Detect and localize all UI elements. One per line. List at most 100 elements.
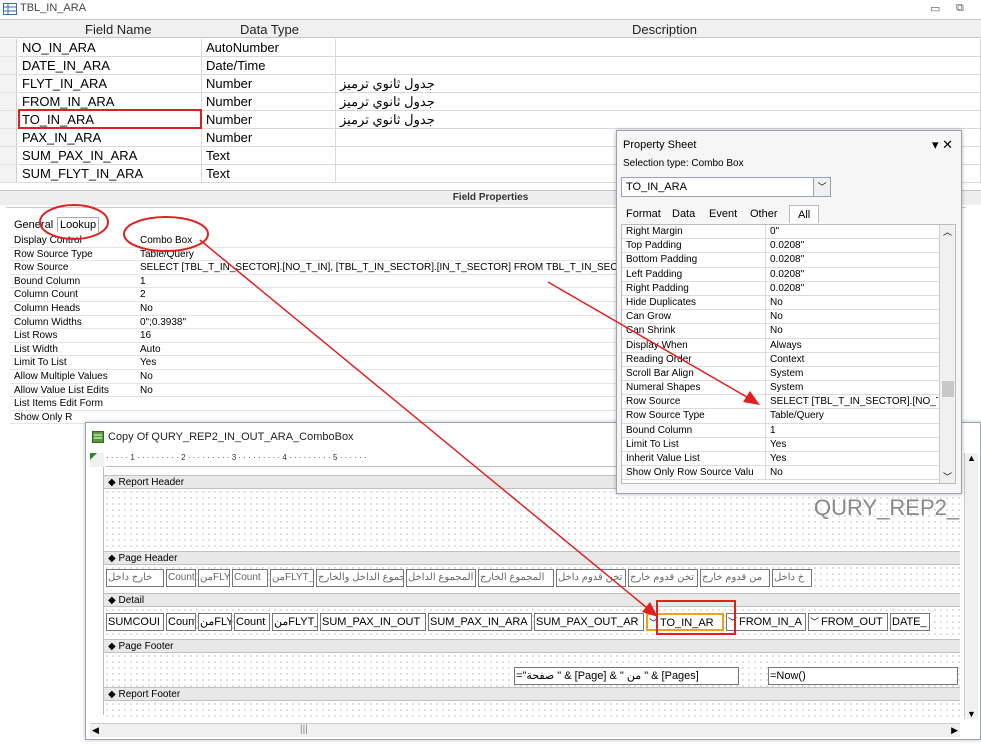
detail-field[interactable]: SUM_PAX_OUT_AR	[534, 613, 644, 631]
property-value[interactable]: Always	[770, 339, 938, 353]
scroll-thumb[interactable]: |||	[300, 724, 308, 735]
property-row[interactable]: Row Source Type Table/Query	[10, 248, 630, 262]
field-name-cell[interactable]: NO_IN_ARA	[18, 39, 202, 57]
property-value[interactable]: SELECT [TBL_T_IN_SECTOR].[NO_T_IN], [TBL…	[140, 261, 641, 274]
property-row[interactable]: List Items Edit Form	[10, 397, 630, 411]
property-row[interactable]: Row Source Type Table/Query	[622, 409, 955, 424]
property-row[interactable]: Bound Column 1	[622, 423, 955, 438]
scroll-up-icon[interactable]: ▲	[967, 453, 976, 463]
description-cell[interactable]: جدول ثانوي ترميز	[336, 93, 981, 111]
data-type-cell[interactable]: Text	[202, 165, 336, 183]
property-value[interactable]: 0";0.3938"	[140, 316, 186, 329]
property-row[interactable]: Row Source SELECT [TBL_T_IN_SECTOR].[NO_T…	[10, 261, 641, 275]
property-row[interactable]: Numeral Shapes System	[622, 381, 955, 396]
description-cell[interactable]	[336, 39, 981, 57]
data-type-cell[interactable]: AutoNumber	[202, 39, 336, 57]
row-selector[interactable]	[0, 57, 17, 75]
chevron-down-icon[interactable]: ﹀	[813, 177, 831, 197]
field-name-cell[interactable]: FROM_IN_ARA	[18, 93, 202, 111]
property-row[interactable]: Column Widths 0";0.3938"	[10, 316, 630, 330]
footer-now[interactable]: =Now()	[768, 667, 958, 685]
property-value[interactable]: SELECT [TBL_T_IN_SECTOR].[NO_T_I	[770, 395, 938, 409]
description-cell[interactable]: جدول ثانوي ترميز	[336, 111, 981, 129]
property-value[interactable]: 0.0208"	[770, 253, 938, 267]
property-row[interactable]: Hide Duplicates No	[622, 295, 955, 311]
property-row[interactable]: Can Shrink No	[622, 324, 955, 339]
property-scrollbar[interactable]: ︿ ﹀	[939, 225, 955, 483]
property-row[interactable]: Row Source SELECT [TBL_T_IN_SECTOR].[NO_T…	[622, 395, 955, 410]
property-row[interactable]: Column Heads No	[10, 302, 630, 316]
property-value[interactable]: System	[770, 367, 938, 381]
row-selector[interactable]	[0, 39, 17, 57]
row-selector[interactable]	[0, 147, 17, 165]
chevron-down-icon[interactable]: ﹀	[810, 617, 819, 627]
data-type-cell[interactable]: Number	[202, 75, 336, 93]
property-value[interactable]: 0.0208"	[770, 282, 938, 296]
tab-other[interactable]: Other	[747, 205, 781, 223]
field-name-cell[interactable]: PAX_IN_ARA	[18, 129, 202, 147]
detail-field[interactable]: ﹀ FROM_IN_A	[726, 613, 806, 631]
property-value[interactable]: No	[140, 384, 153, 397]
property-row[interactable]: Right Margin 0"	[622, 225, 955, 240]
object-selector[interactable]: TO_IN_ARA ﹀	[621, 177, 831, 197]
field-name-cell[interactable]: TO_IN_ARA	[18, 111, 202, 129]
property-row[interactable]: Right Padding 0.0208"	[622, 281, 955, 296]
property-value[interactable]: No	[770, 324, 938, 338]
detail-field[interactable]: SUM_PAX_IN_OUT	[320, 613, 426, 631]
property-value[interactable]: 0.0208"	[770, 239, 938, 253]
section-page-footer[interactable]: ◆ Page Footer	[104, 639, 960, 653]
page-header-label[interactable]: من قدوم خارج	[700, 569, 770, 587]
property-value[interactable]: Yes	[140, 356, 156, 369]
detail-field[interactable]: SUM_PAX_IN_ARA	[428, 613, 532, 631]
property-row[interactable]: Can Grow No	[622, 310, 955, 325]
row-selector[interactable]	[0, 129, 17, 147]
data-type-cell[interactable]: Number	[202, 111, 336, 129]
field-name-cell[interactable]: FLYT_IN_ARA	[18, 75, 202, 93]
property-value[interactable]: Context	[770, 353, 938, 367]
tab-lookup[interactable]: Lookup	[57, 217, 100, 232]
footer-page-number[interactable]: ="صفحة " & [Page] & " من " & [Pages]	[514, 667, 739, 685]
scroll-thumb[interactable]	[942, 381, 954, 397]
tab-format[interactable]: Format	[623, 205, 664, 223]
property-value[interactable]: Auto	[140, 343, 161, 356]
detail-field[interactable]: ﹀ FROM_OUT	[808, 613, 888, 631]
detail-field[interactable]: منFLYT_	[272, 613, 318, 631]
row-selector[interactable]	[0, 75, 17, 93]
tab-general[interactable]: General	[14, 219, 53, 231]
property-row[interactable]: Reading Order Context	[622, 352, 955, 367]
data-type-cell[interactable]: Date/Time	[202, 57, 336, 75]
page-header-label[interactable]: المجموع الداخل	[406, 569, 476, 587]
page-header-label[interactable]: Count	[232, 569, 268, 587]
field-name-cell[interactable]: DATE_IN_ARA	[18, 57, 202, 75]
chevron-down-icon[interactable]: ﹀	[728, 617, 737, 627]
property-row[interactable]: Display Control Combo Box	[10, 234, 630, 248]
property-row[interactable]: List Rows 16	[10, 329, 630, 343]
page-header-label[interactable]: منFLYT_	[270, 569, 314, 587]
detail-field[interactable]: ﹀ TO_IN_AR	[646, 613, 724, 631]
property-row[interactable]: Display When Always	[622, 338, 955, 353]
page-header-label[interactable]: خ داخل	[772, 569, 812, 587]
page-header-label[interactable]: تخن قدوم خارج	[628, 569, 698, 587]
page-header-label[interactable]: مجموع الداخل والخارج	[316, 569, 404, 587]
report-header-title[interactable]: QURY_REP2_	[814, 495, 960, 521]
page-header-label[interactable]: المجموع الخارج	[478, 569, 554, 587]
close-icon[interactable]: ▾ ✕	[932, 137, 953, 153]
property-row[interactable]: Bottom Padding 0.0208"	[622, 253, 955, 268]
property-value[interactable]: No	[140, 302, 153, 315]
vertical-scrollbar[interactable]: ▲ ▼	[964, 453, 978, 719]
chevron-down-icon[interactable]: ﹀	[649, 618, 658, 628]
property-row[interactable]: Left Padding 0.0208"	[622, 267, 955, 282]
property-value[interactable]: No	[770, 296, 938, 310]
property-row[interactable]: Show Only Row Source Valu No	[622, 466, 955, 481]
property-value[interactable]: 2	[140, 288, 146, 301]
property-row[interactable]: Limit To List Yes	[10, 356, 630, 370]
detail-field[interactable]: Count	[166, 613, 196, 631]
row-selector[interactable]	[0, 165, 17, 183]
table-row[interactable]: FROM_IN_ARA Number جدول ثانوي ترميز	[0, 93, 981, 111]
property-row[interactable]: Limit To List Yes	[622, 437, 955, 452]
detail-field[interactable]: SUMCOUI	[106, 613, 164, 631]
property-value[interactable]: Combo Box	[140, 234, 192, 247]
property-value[interactable]: Table/Query	[770, 409, 938, 423]
scroll-down-icon[interactable]: ▼	[967, 709, 976, 719]
page-header-label[interactable]: Count	[166, 569, 196, 587]
